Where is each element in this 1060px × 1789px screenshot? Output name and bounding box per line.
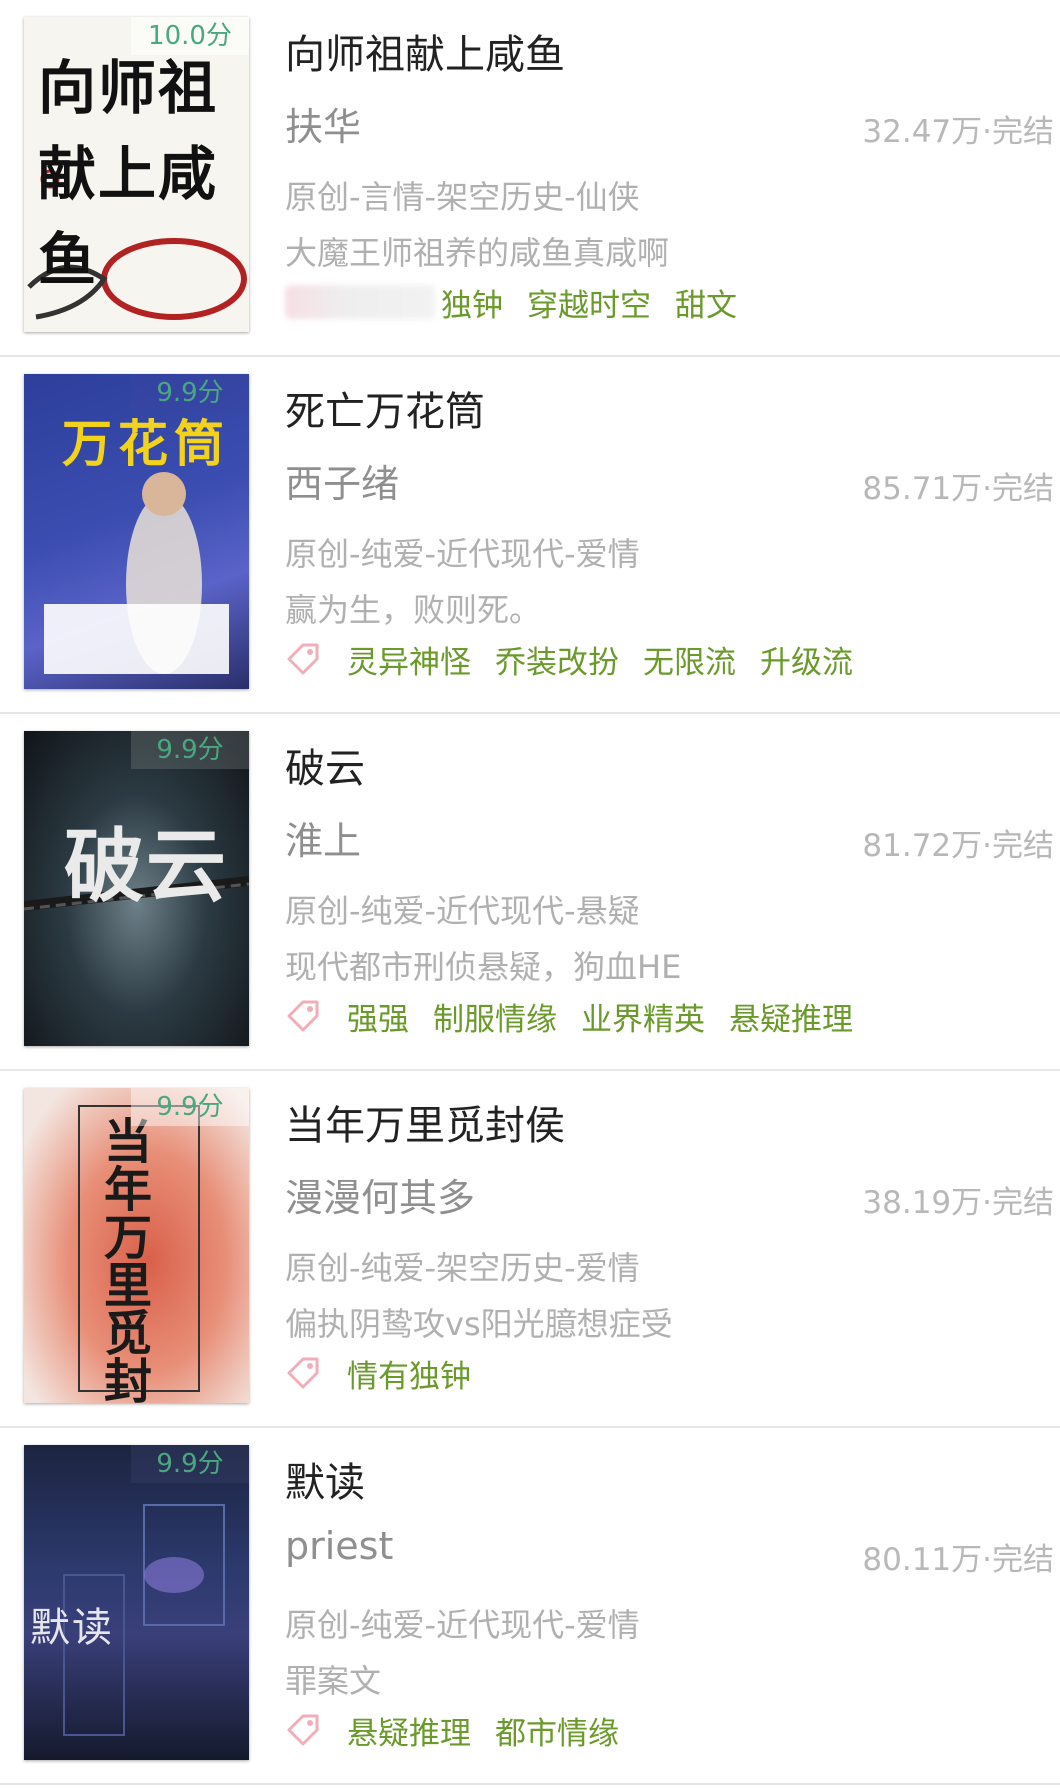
book-desc: 偏执阴鸷攻vs阳光臆想症受 [285, 1305, 673, 1343]
tag-icon [287, 1000, 319, 1032]
book-genre: 原创-纯爱-近代现代-爱情 [285, 1606, 640, 1644]
tag[interactable]: 悬疑推理 [347, 1708, 471, 1753]
cover-title: 默读 [30, 1605, 114, 1651]
book-cover[interactable]: 当年万里觅封侯 9.9分 [24, 1088, 249, 1403]
book-stats: 80.11万·完结 [862, 1542, 1054, 1578]
tag[interactable]: 都市情缘 [495, 1708, 619, 1753]
book-author[interactable]: 西子绪 [285, 453, 399, 508]
score-badge: 9.9分 [131, 1445, 249, 1483]
book-desc: 赢为生，败则死。 [285, 591, 542, 629]
tag[interactable]: 悬疑推理 [729, 994, 853, 1039]
tag[interactable]: 情有独钟 [347, 1351, 471, 1396]
tag-row: 灵异神怪 乔装改扮 无限流 升级流 [285, 637, 877, 681]
tag-row: 情有独钟 [285, 1351, 495, 1395]
book-title[interactable]: 死亡万花筒 [285, 379, 485, 437]
tag[interactable]: 独钟 [441, 280, 503, 325]
book-item[interactable]: 向师祖献上咸鱼 10.0分 向师祖献上咸鱼 扶华 32.47万·完结 原创-言情… [0, 0, 1060, 357]
tag[interactable]: 灵异神怪 [347, 637, 471, 682]
tag-row: 悬疑推理 都市情缘 [285, 1708, 643, 1752]
book-genre: 原创-纯爱-近代现代-悬疑 [285, 892, 640, 930]
book-author[interactable]: 淮上 [285, 810, 361, 865]
blurred-region [285, 285, 435, 319]
book-item[interactable]: 默读 9.9分 默读 priest 80.11万·完结 原创-纯爱-近代现代-爱… [0, 1428, 1060, 1785]
book-stats: 85.71万·完结 [862, 471, 1054, 507]
cover-title: 向师祖献上咸鱼 [38, 54, 219, 294]
book-cover[interactable]: 破云 9.9分 [24, 731, 249, 1046]
book-genre: 原创-纯爱-架空历史-爱情 [285, 1249, 640, 1287]
book-desc: 罪案文 [285, 1662, 382, 1700]
score-badge: 9.9分 [131, 374, 249, 412]
cover-title: 破云 [64, 819, 228, 913]
book-cover[interactable]: 万花筒 9.9分 [24, 374, 249, 689]
book-title[interactable]: 当年万里觅封侯 [285, 1093, 565, 1151]
book-genre: 原创-纯爱-近代现代-爱情 [285, 535, 640, 573]
tag-icon [287, 643, 319, 675]
book-desc: 现代都市刑侦悬疑，狗血HE [285, 948, 682, 986]
tag-icon [287, 1357, 319, 1389]
tag[interactable]: 穿越时空 [527, 280, 651, 325]
score-badge: 9.9分 [131, 731, 249, 769]
book-cover[interactable]: 向师祖献上咸鱼 10.0分 [24, 17, 249, 332]
tag-row: 独钟 穿越时空 甜文 [285, 280, 761, 324]
book-stats: 32.47万·完结 [862, 114, 1054, 150]
tag[interactable]: 强强 [347, 994, 409, 1039]
book-stats: 38.19万·完结 [862, 1185, 1054, 1221]
score-badge: 10.0分 [131, 17, 249, 55]
tag-row: 强强 制服情缘 业界精英 悬疑推理 [285, 994, 877, 1038]
cover-title: 万花筒 [62, 414, 230, 473]
book-desc: 大魔王师祖养的咸鱼真咸啊 [285, 234, 670, 272]
book-author[interactable]: 扶华 [285, 96, 361, 151]
book-genre: 原创-言情-架空历史-仙侠 [285, 178, 640, 216]
book-item[interactable]: 破云 9.9分 破云 淮上 81.72万·完结 原创-纯爱-近代现代-悬疑 现代… [0, 714, 1060, 1071]
book-title[interactable]: 破云 [285, 736, 365, 794]
book-author[interactable]: priest [285, 1524, 393, 1568]
book-title[interactable]: 向师祖献上咸鱼 [285, 22, 565, 80]
tag[interactable]: 甜文 [675, 280, 737, 325]
book-author[interactable]: 漫漫何其多 [285, 1167, 475, 1222]
tag[interactable]: 无限流 [643, 637, 736, 682]
book-stats: 81.72万·完结 [862, 828, 1054, 864]
cover-title: 当年万里觅封侯 [104, 1114, 155, 1403]
book-cover[interactable]: 默读 9.9分 [24, 1445, 249, 1760]
book-item[interactable]: 万花筒 9.9分 死亡万花筒 西子绪 85.71万·完结 原创-纯爱-近代现代-… [0, 357, 1060, 714]
tag[interactable]: 制服情缘 [433, 994, 557, 1039]
book-item[interactable]: 当年万里觅封侯 9.9分 当年万里觅封侯 漫漫何其多 38.19万·完结 原创-… [0, 1071, 1060, 1428]
tag[interactable]: 升级流 [760, 637, 853, 682]
book-title[interactable]: 默读 [285, 1450, 365, 1508]
tag[interactable]: 业界精英 [581, 994, 705, 1039]
tag-icon [287, 1714, 319, 1746]
tag[interactable]: 乔装改扮 [495, 637, 619, 682]
book-list: 向师祖献上咸鱼 10.0分 向师祖献上咸鱼 扶华 32.47万·完结 原创-言情… [0, 0, 1060, 1785]
score-badge: 9.9分 [131, 1088, 249, 1126]
